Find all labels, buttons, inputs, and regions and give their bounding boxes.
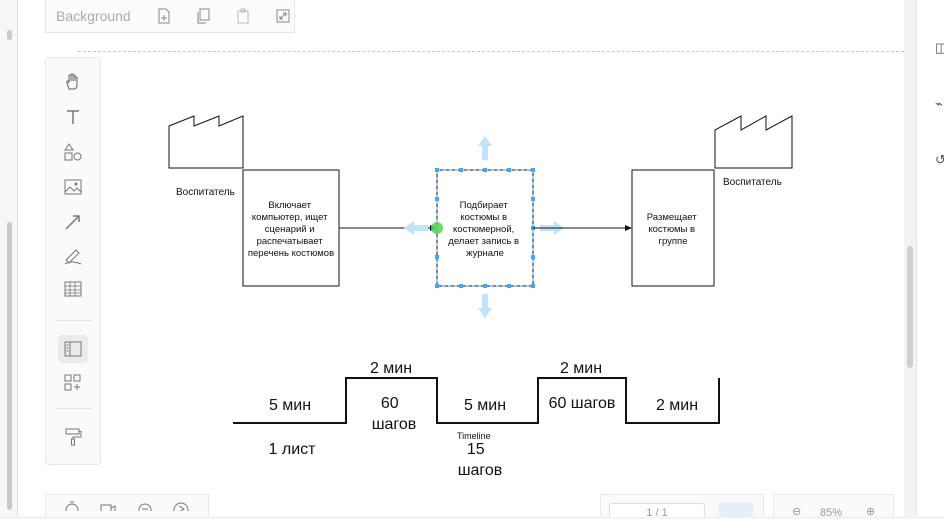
zoom-in-icon[interactable]: ⊕ <box>866 505 875 518</box>
timeline-high-1: 2 мин <box>370 360 412 377</box>
page-toolbar: Background <box>45 0 295 33</box>
panel-icon[interactable] <box>58 335 88 363</box>
add-page-icon[interactable] <box>153 5 175 27</box>
background-button[interactable]: Background <box>56 8 131 24</box>
resize-icon[interactable] <box>272 5 294 27</box>
timeline-low-2: 5 мин <box>464 397 506 414</box>
page-indicator[interactable]: 1 / 1 <box>609 503 705 519</box>
copy-page-icon[interactable] <box>193 5 215 27</box>
history-icon[interactable]: ↺ <box>935 152 944 168</box>
timeline-high-2-steps: 60 шагов <box>549 395 616 412</box>
vsm-diagram: Воспитатель Воспитатель Включает компьют… <box>168 115 793 479</box>
supplier-label: Воспитатель <box>176 187 235 198</box>
arrow-icon[interactable] <box>58 208 88 236</box>
timeline-low-3: 2 мин <box>656 397 698 414</box>
zoom-out-icon[interactable]: ⊖ <box>792 505 801 518</box>
zoom-controls: ⊖ 85% ⊕ <box>773 494 894 519</box>
timeline-high-2: 2 мин <box>560 360 602 377</box>
timer-icon[interactable] <box>65 498 79 517</box>
table-icon[interactable] <box>58 275 88 303</box>
prev-page-icon[interactable] <box>719 503 753 517</box>
customer-label: Воспитатель <box>723 177 782 188</box>
timeline-below-1: 1 лист <box>269 441 317 458</box>
paste-page-icon[interactable] <box>232 5 254 27</box>
right-side-panel: ◫ ⌁ ↺ <box>916 0 944 516</box>
timeline-low-1: 5 мин <box>269 397 311 414</box>
plugins-icon[interactable] <box>58 369 88 397</box>
tool-palette <box>45 57 101 465</box>
video-icon[interactable] <box>100 498 116 516</box>
image-icon[interactable] <box>58 173 88 201</box>
connection-point[interactable] <box>431 222 443 234</box>
bottom-left-toolbar <box>45 494 209 518</box>
comment-icon[interactable] <box>138 498 152 517</box>
zoom-level[interactable]: 85% <box>820 507 842 519</box>
link-icon[interactable]: ⌁ <box>935 96 943 112</box>
play-icon[interactable] <box>173 498 189 518</box>
page-navigator: 1 / 1 <box>600 494 764 519</box>
vertical-scrollbar[interactable] <box>904 0 916 516</box>
scrollbar-thumb[interactable] <box>907 246 913 368</box>
layers-icon[interactable]: ◫ <box>935 40 944 56</box>
tool-divider <box>56 320 92 321</box>
factory-icon-right[interactable] <box>714 115 793 169</box>
shapes-icon[interactable] <box>58 138 88 166</box>
flow-arrowhead-2 <box>625 225 632 231</box>
timeline-high-1-steps: 60 шагов <box>372 395 417 433</box>
hand-icon[interactable] <box>58 68 88 96</box>
timeline-below-2: 15 шагов <box>458 441 503 479</box>
format-painter-icon[interactable] <box>58 423 88 451</box>
text-icon[interactable] <box>58 103 88 131</box>
timeline-label: Timeline <box>457 431 491 441</box>
pen-icon[interactable] <box>58 242 88 270</box>
factory-icon-left[interactable] <box>168 115 244 169</box>
tool-divider <box>56 408 92 409</box>
